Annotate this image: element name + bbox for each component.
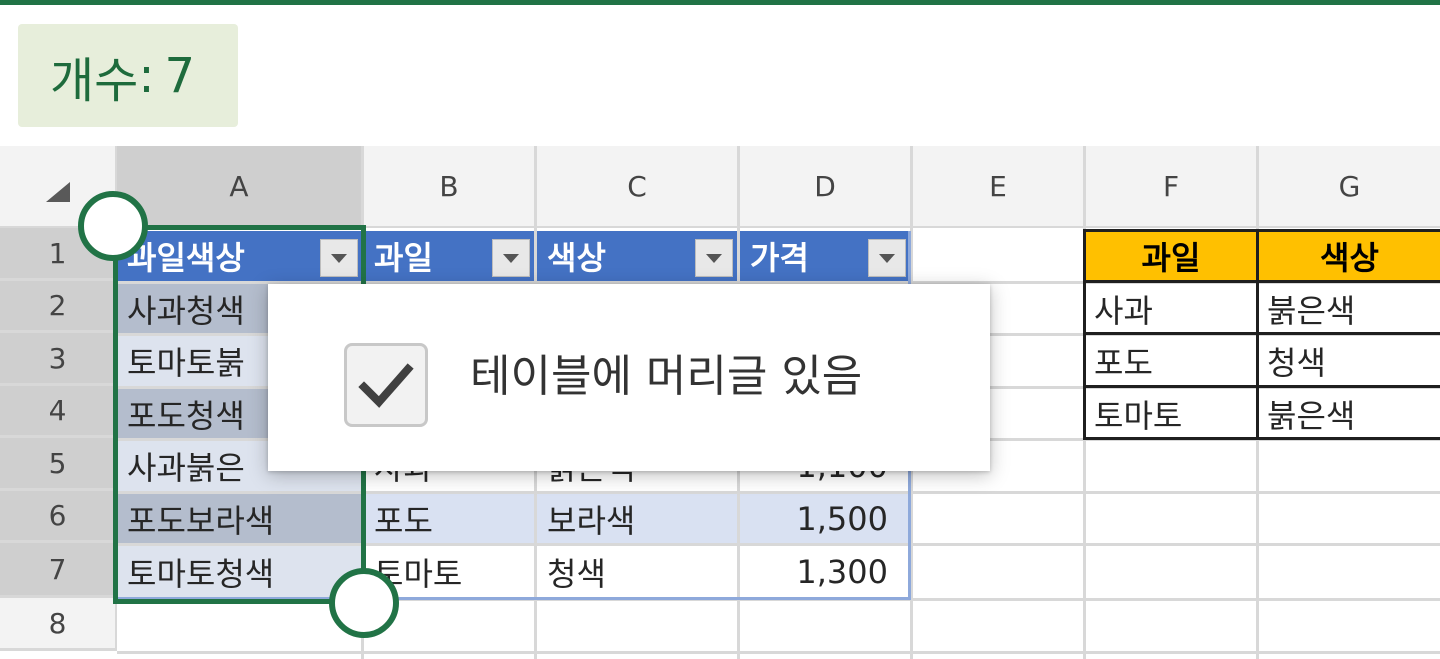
filter-dropdown-button[interactable] bbox=[868, 239, 906, 277]
table-header-label: 색상 bbox=[547, 239, 606, 277]
checkmark-icon bbox=[358, 363, 414, 408]
row-header-6[interactable]: 6 bbox=[0, 491, 117, 543]
table-header-label: 과일 bbox=[374, 239, 433, 277]
dropdown-arrow-icon bbox=[503, 253, 519, 263]
lookup-header-cell[interactable]: 과일 bbox=[1086, 231, 1256, 281]
row-header-8[interactable]: 8 bbox=[0, 598, 117, 651]
lookup-cell[interactable]: 포도 bbox=[1086, 336, 1256, 386]
column-header-g[interactable]: G bbox=[1259, 146, 1440, 228]
dropdown-arrow-icon bbox=[879, 253, 895, 263]
has-headers-checkbox[interactable] bbox=[344, 343, 428, 427]
column-header-c[interactable]: C bbox=[537, 146, 740, 228]
selection-handle-end[interactable] bbox=[329, 568, 399, 638]
lookup-cell[interactable]: 붉은색 bbox=[1259, 284, 1440, 333]
status-count-badge: 개수:7 bbox=[18, 24, 238, 127]
dropdown-arrow-icon bbox=[706, 253, 722, 263]
filter-dropdown-button[interactable] bbox=[695, 239, 733, 277]
lookup-header-cell[interactable]: 색상 bbox=[1259, 231, 1440, 281]
column-header-f[interactable]: F bbox=[1086, 146, 1259, 228]
lookup-cell[interactable]: 사과 bbox=[1086, 284, 1256, 333]
count-value: 7 bbox=[164, 47, 196, 104]
column-header-d[interactable]: D bbox=[740, 146, 913, 228]
column-header-e[interactable]: E bbox=[913, 146, 1086, 228]
lookup-cell[interactable]: 토마토 bbox=[1086, 389, 1256, 438]
table-cell[interactable]: 청색 bbox=[537, 546, 737, 598]
filter-dropdown-button[interactable] bbox=[492, 239, 530, 277]
lookup-border bbox=[1083, 229, 1086, 440]
lookup-cell[interactable]: 청색 bbox=[1259, 336, 1440, 386]
table-cell[interactable]: 보라색 bbox=[537, 494, 737, 543]
column-header-a[interactable]: A bbox=[117, 146, 364, 228]
lookup-border bbox=[1083, 385, 1440, 388]
lookup-border bbox=[1083, 437, 1440, 440]
lookup-border bbox=[1083, 229, 1440, 232]
row-header-3[interactable]: 3 bbox=[0, 333, 117, 386]
has-headers-label[interactable]: 테이블에 머리글 있음 bbox=[470, 340, 862, 404]
lookup-border bbox=[1083, 332, 1440, 335]
table-cell[interactable]: 1,300 bbox=[740, 546, 910, 598]
table-cell[interactable]: 포도 bbox=[364, 494, 534, 543]
lookup-border bbox=[1083, 280, 1440, 283]
table-cell[interactable]: 1,500 bbox=[740, 494, 910, 543]
header-option-popup: 테이블에 머리글 있음 bbox=[268, 284, 990, 471]
row-header-4[interactable]: 4 bbox=[0, 386, 117, 438]
top-accent-bar bbox=[0, 0, 1440, 5]
select-all-icon bbox=[46, 182, 70, 202]
count-separator: : bbox=[138, 47, 155, 104]
count-label: 개수 bbox=[50, 52, 139, 109]
row-header-5[interactable]: 5 bbox=[0, 438, 117, 491]
gridline bbox=[117, 651, 1440, 654]
row-header-2[interactable]: 2 bbox=[0, 281, 117, 333]
table-header-label: 가격 bbox=[750, 239, 809, 277]
lookup-border bbox=[1256, 229, 1259, 440]
row-header-7[interactable]: 7 bbox=[0, 543, 117, 598]
lookup-cell[interactable]: 붉은색 bbox=[1259, 389, 1440, 438]
column-header-b[interactable]: B bbox=[364, 146, 537, 228]
selection-handle-start[interactable] bbox=[78, 191, 148, 261]
